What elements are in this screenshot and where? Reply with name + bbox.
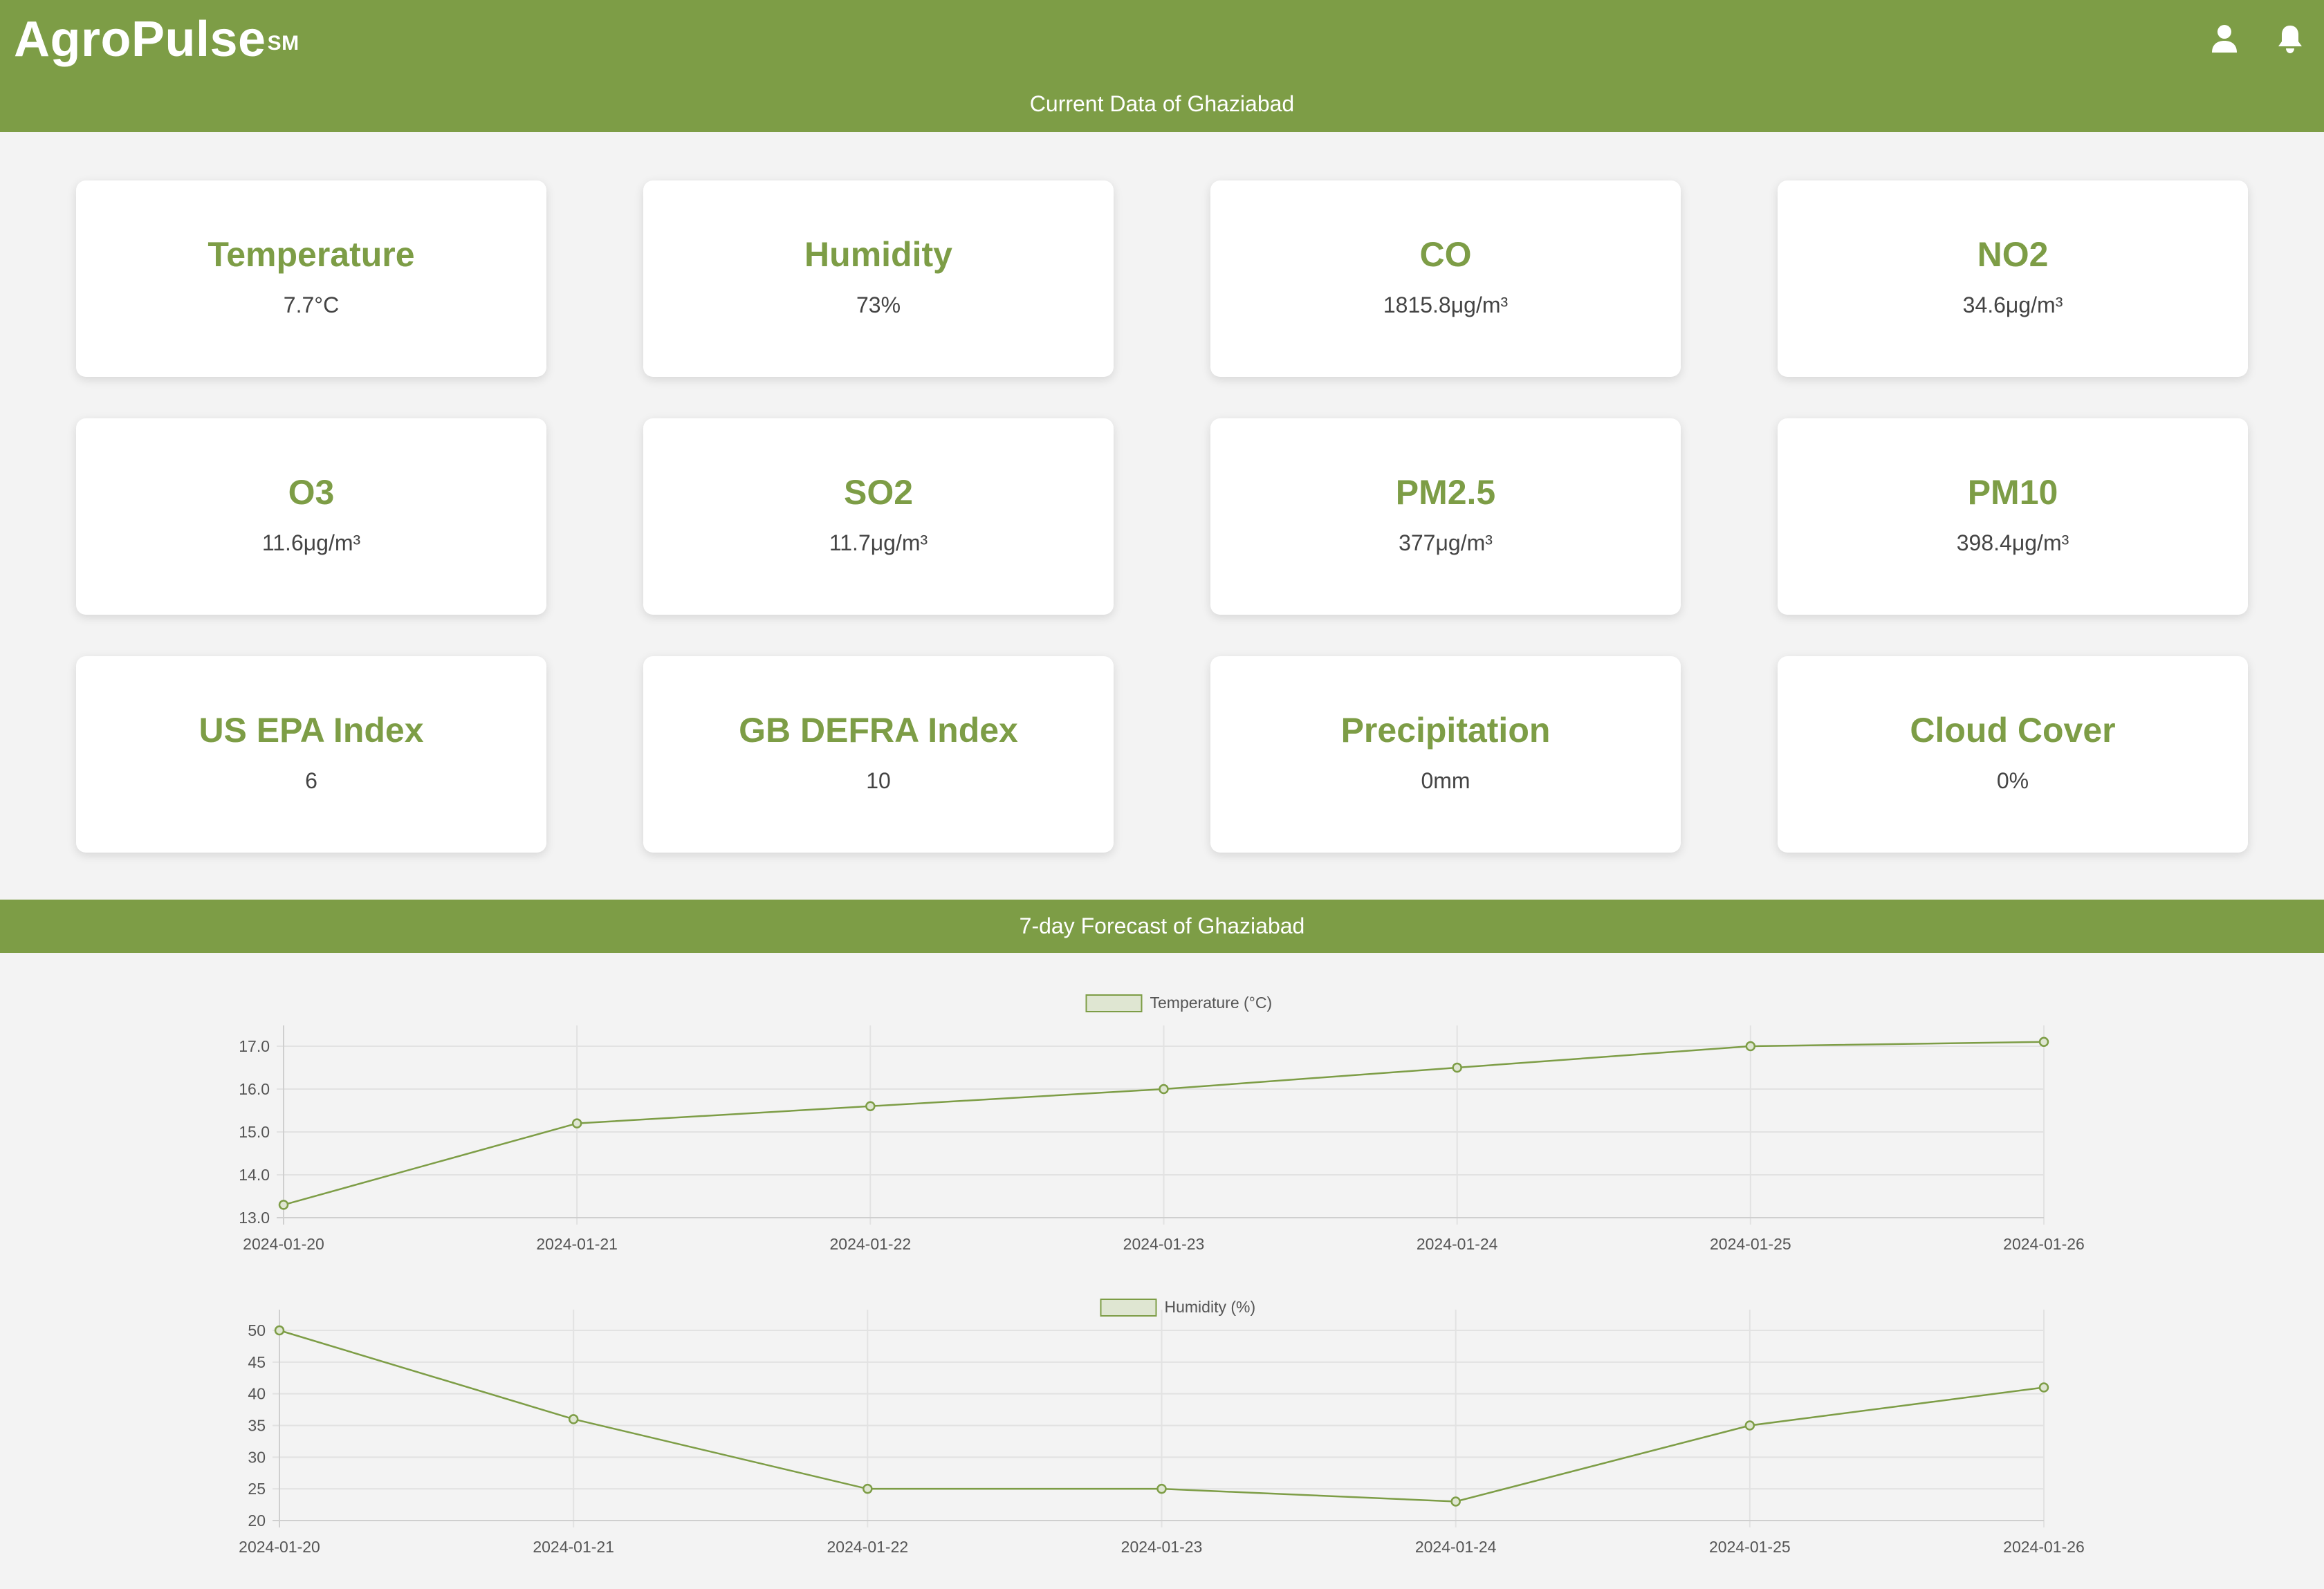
data-point [1452,1062,1462,1073]
data-point [278,1200,289,1210]
card-title: Precipitation [1340,711,1551,750]
data-point [1156,1483,1167,1494]
metric-card-co: CO 1815.8μg/m³ [1210,180,1681,377]
metric-card-pm10: PM10 398.4μg/m³ [1778,418,2248,615]
notifications-button[interactable] [2271,19,2309,58]
legend-label: Humidity (%) [1165,1298,1256,1316]
data-point [863,1483,873,1494]
card-title: CO [1419,235,1472,274]
user-icon [2212,25,2237,53]
temperature-forecast-chart: 13.0 14.0 15.0 16.0 17.0 2024-01-20 2024-01-21… [0,982,2324,1258]
card-title: PM10 [1967,473,2058,512]
y-tick-label: 15.0 [239,1123,270,1141]
data-point [568,1414,579,1424]
card-title: Cloud Cover [1910,711,2116,750]
brand-name: AgroPulse [14,12,266,67]
card-value: 73% [856,292,901,317]
card-value: 0mm [1421,768,1470,793]
card-value: 0% [1996,768,2029,793]
card-title: SO2 [843,473,914,512]
y-tick-label: 20 [248,1512,266,1530]
forecast-header: 7-day Forecast of Ghaziabad [0,900,2324,953]
data-point [2038,1037,2049,1048]
card-title: NO2 [1977,235,2049,274]
card-value: 11.6μg/m³ [261,530,361,555]
y-tick-label: 45 [248,1353,266,1371]
y-tick-label: 16.0 [239,1080,270,1098]
legend-swatch [1085,994,1143,1012]
card-title: Humidity [804,235,952,274]
x-tick-label: 2024-01-20 [239,1538,320,1556]
legend-label: Temperature (°C) [1150,994,1273,1012]
y-tick-label: 14.0 [239,1166,270,1184]
card-title: O3 [288,473,335,512]
x-tick-label: 2024-01-22 [830,1235,912,1253]
metric-card-humidity: Humidity 73% [643,180,1114,377]
card-value: 398.4μg/m³ [1956,530,2069,555]
legend-swatch [1100,1299,1157,1317]
x-tick-label: 2024-01-25 [1709,1538,1791,1556]
humidity-chart-svg: 20 25 30 35 40 45 50 2024-01-20 2024-01-21 2024-0… [239,1298,2085,1556]
card-value: 10 [866,768,891,793]
metric-card-so2: SO2 11.7μg/m³ [643,418,1114,615]
y-tick-label: 50 [248,1321,266,1339]
metric-card-no2: NO2 34.6μg/m³ [1778,180,2248,377]
card-value: 34.6μg/m³ [1962,292,2063,317]
y-tick-label: 17.0 [239,1037,270,1055]
bell-icon [2278,26,2302,53]
card-value: 7.7°C [283,292,340,317]
metric-card-cloud-cover: Cloud Cover 0% [1778,656,2248,853]
metric-card-precipitation: Precipitation 0mm [1210,656,1681,853]
card-value: 6 [305,768,317,793]
x-tick-label: 2024-01-26 [2003,1538,2085,1556]
x-tick-label: 2024-01-24 [1415,1538,1497,1556]
x-tick-label: 2024-01-21 [533,1538,614,1556]
metric-card-pm25: PM2.5 377μg/m³ [1210,418,1681,615]
data-point [865,1101,876,1112]
card-value: 1815.8μg/m³ [1383,292,1509,317]
card-title: PM2.5 [1395,473,1496,512]
service-mark: SM [267,32,299,55]
y-tick-label: 25 [248,1480,266,1498]
temperature-chart-svg: 13.0 14.0 15.0 16.0 17.0 2024-01-20 2024-01-21… [239,994,2085,1253]
card-value: 377μg/m³ [1399,530,1493,555]
y-tick-label: 30 [248,1448,266,1466]
x-tick-label: 2024-01-25 [1710,1235,1791,1253]
humidity-forecast-chart: 20 25 30 35 40 45 50 2024-01-20 2024-01-21 2024-0… [0,1286,2324,1563]
metric-card-gb-defra-index: GB DEFRA Index 10 [643,656,1114,853]
y-tick-label: 13.0 [239,1209,270,1227]
data-point [571,1118,582,1128]
metric-card-temperature: Temperature 7.7°C [76,180,546,377]
data-point [1744,1420,1755,1431]
data-point [1159,1084,1169,1095]
forecast-title: 7-day Forecast of Ghaziabad [1019,913,1305,938]
data-point [274,1325,285,1336]
metric-card-us-epa-index: US EPA Index 6 [76,656,546,853]
x-tick-label: 2024-01-20 [243,1235,324,1253]
data-point [2038,1382,2049,1393]
card-title: GB DEFRA Index [739,711,1018,750]
data-point [1450,1496,1461,1507]
data-point [1745,1041,1756,1052]
x-tick-label: 2024-01-22 [827,1538,909,1556]
y-tick-label: 35 [248,1417,266,1435]
top-header: AgroPulseSM Current Data of Ghaziabad [0,0,2324,132]
card-title: US EPA Index [199,711,424,750]
x-tick-label: 2024-01-26 [2003,1235,2085,1253]
x-tick-label: 2024-01-24 [1417,1235,1498,1253]
user-button[interactable] [2205,19,2244,58]
current-data-title: Current Data of Ghaziabad [1029,91,1295,116]
brand-logo[interactable]: AgroPulseSM [14,10,299,69]
card-title: Temperature [208,235,415,274]
metric-card-o3: O3 11.6μg/m³ [76,418,546,615]
card-value: 11.7μg/m³ [829,530,928,555]
y-tick-label: 40 [248,1385,266,1403]
metric-cards-grid: Temperature 7.7°C Humidity 73% CO 1815.8… [76,180,2248,853]
x-tick-label: 2024-01-21 [536,1235,618,1253]
x-tick-label: 2024-01-23 [1123,1235,1205,1253]
x-tick-label: 2024-01-23 [1121,1538,1203,1556]
